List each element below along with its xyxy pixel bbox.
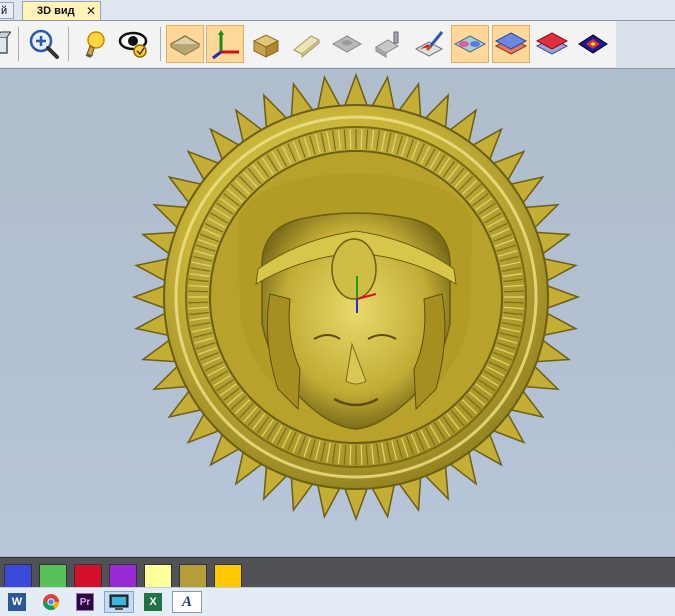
eye-icon [118, 31, 148, 58]
color-swatch[interactable] [74, 564, 102, 588]
paint-brush-icon [414, 31, 444, 57]
layer-stack-icon [494, 32, 528, 55]
color-palette-bar [0, 557, 675, 588]
relief-rib [360, 129, 363, 150]
tab-previous[interactable]: й [0, 2, 14, 19]
toolbar-separator [160, 27, 161, 61]
taskbar-excel[interactable]: X [139, 591, 167, 613]
zoom-in-icon [29, 29, 59, 59]
excel-icon: X [144, 593, 162, 611]
color-swatch[interactable] [144, 564, 172, 588]
relief-model-3d [131, 72, 581, 522]
word-icon: W [8, 593, 26, 611]
material-block-button[interactable] [246, 25, 284, 63]
heightmap-button[interactable] [574, 25, 612, 63]
taskbar-monitor-app[interactable] [104, 591, 134, 613]
tab-3d-view-label: 3D вид [37, 5, 75, 17]
windows-taskbar: W Pr X A [0, 587, 675, 616]
chrome-icon [42, 594, 60, 611]
toolbar-separator [18, 27, 19, 61]
color-swatch[interactable] [4, 564, 32, 588]
layer-stack-button[interactable] [492, 25, 530, 63]
tab-bar: й 3D вид ✕ [0, 0, 675, 21]
material-block-icon [252, 34, 280, 58]
toolbar-separator [68, 27, 69, 61]
taskbar-chrome[interactable] [37, 591, 65, 613]
heightmap-icon [578, 34, 608, 54]
color-swatch[interactable] [179, 564, 207, 588]
relief-icon [331, 35, 363, 53]
visibility-button[interactable] [116, 25, 154, 63]
artcam-icon: A [181, 593, 192, 610]
color-swatch[interactable] [109, 564, 137, 588]
relief-rib [188, 290, 209, 293]
relief-rib [349, 129, 352, 150]
toolpath-button[interactable] [287, 25, 325, 63]
taskbar-premiere[interactable]: Pr [71, 591, 99, 613]
axes-button[interactable] [206, 25, 244, 63]
taskbar-artcam[interactable]: A [172, 591, 202, 613]
relief-rib [360, 444, 363, 465]
paint-button[interactable] [410, 25, 448, 63]
cube-view-icon [0, 31, 11, 54]
relief-rib [188, 301, 209, 304]
relief-button[interactable] [328, 25, 366, 63]
3d-viewport[interactable] [0, 69, 675, 556]
tab-3d-view[interactable]: 3D вид ✕ [22, 1, 101, 20]
color-swatch[interactable] [214, 564, 242, 588]
tab-close-icon[interactable]: ✕ [86, 2, 96, 20]
taskbar-word[interactable]: W [3, 591, 31, 613]
layers-colored-button[interactable] [451, 25, 489, 63]
axes-icon [212, 30, 239, 60]
relief-rib [503, 290, 524, 293]
red-layer-icon [535, 32, 569, 55]
toolpath-icon [293, 35, 320, 58]
plane-button[interactable] [166, 25, 204, 63]
zoom-button[interactable] [25, 25, 63, 63]
lightbulb-icon [85, 31, 105, 58]
toolbar-panel [0, 21, 616, 67]
layers-colored-icon [453, 35, 487, 53]
view-toolbar [0, 21, 675, 69]
relief-rib [349, 444, 352, 465]
relief-rib [503, 301, 524, 304]
tool-button[interactable] [368, 25, 406, 63]
tool-icon [375, 31, 399, 58]
color-swatch[interactable] [39, 564, 67, 588]
premiere-icon: Pr [76, 593, 94, 611]
plane-icon [169, 35, 201, 56]
cube-view-button[interactable] [0, 25, 12, 63]
lighting-button[interactable] [75, 25, 113, 63]
monitor-app-icon [109, 594, 129, 610]
red-layer-button[interactable] [533, 25, 571, 63]
